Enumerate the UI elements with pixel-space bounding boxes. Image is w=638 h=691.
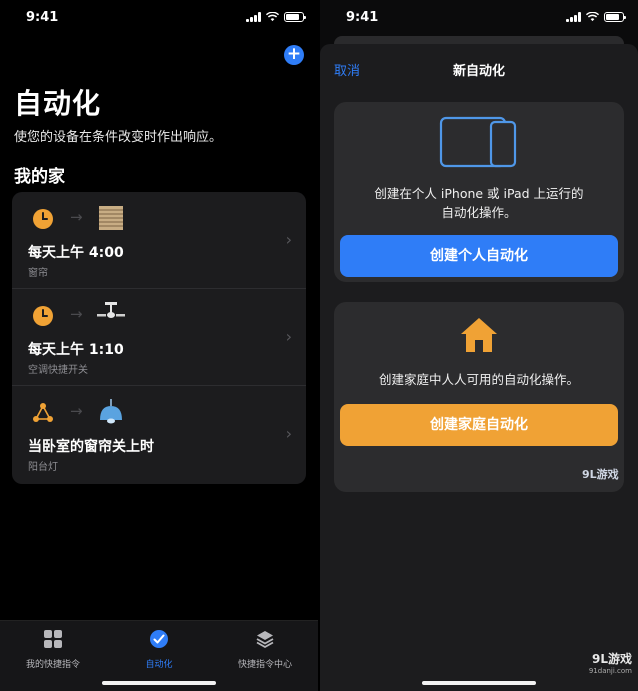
page-subtitle: 使您的设备在条件改变时作出响应。 xyxy=(14,130,223,145)
sheet-title: 新自动化 xyxy=(452,64,505,79)
ceiling-fan-icon xyxy=(97,302,125,318)
personal-description: 创建在个人 iPhone 或 iPad 上运行的 自动化操作。 xyxy=(344,184,614,222)
automation-item[interactable]: → 每天上午 1:10 空调快捷开关 › xyxy=(12,289,306,386)
new-automation-sheet: 取消 新自动化 创建在个人 iPhone 或 iPad 上运行的 自动化操作。 … xyxy=(320,44,638,691)
automation-item-label: 每天上午 4:00 xyxy=(28,245,124,261)
wifi-icon xyxy=(586,12,599,22)
automation-item-sublabel: 空调快捷开关 xyxy=(28,365,88,376)
personal-automation-card: 创建在个人 iPhone 或 iPad 上运行的 自动化操作。 创建个人自动化 xyxy=(334,102,624,282)
layers-icon xyxy=(256,631,274,649)
wifi-icon xyxy=(266,12,279,22)
arrow-right-icon: → xyxy=(70,402,83,420)
automation-item[interactable]: → 每天上午 4:00 窗帘 › xyxy=(12,192,306,289)
automation-item-sublabel: 窗帘 xyxy=(28,268,48,279)
chevron-right-icon: › xyxy=(285,230,292,249)
pendant-lamp-icon xyxy=(100,399,122,424)
tab-label: 快捷指令中心 xyxy=(237,660,292,670)
clock-icon xyxy=(33,306,53,326)
clock-icon xyxy=(33,209,53,229)
automation-screen: 9:41 + 自动化 使您的设备在条件改变时作出响应。 我的家 → 每天上午 4… xyxy=(0,0,318,691)
page-title: 自动化 xyxy=(14,87,102,120)
battery-icon xyxy=(604,12,626,22)
arrow-right-icon: → xyxy=(70,208,83,226)
home-indicator[interactable] xyxy=(102,681,216,685)
automation-item-sublabel: 阳台灯 xyxy=(28,462,58,473)
new-automation-screen: 9:41 取消 新自动化 创建在个人 iPhone 或 iPad 上运行的 自动… xyxy=(320,0,638,691)
home-indicator[interactable] xyxy=(422,681,536,685)
blinds-icon xyxy=(99,206,123,230)
arrow-right-icon: → xyxy=(70,305,83,323)
tab-automation[interactable]: 自动化 xyxy=(106,629,212,670)
tab-bar: 我的快捷指令 自动化 快捷指令中心 xyxy=(0,620,318,691)
watermark-corner: 9L游戏 91danji.com xyxy=(589,653,632,677)
watermark-logo: 9L游戏 xyxy=(582,468,619,481)
automation-item[interactable]: → 当卧室的窗帘关上时 阳台灯 › xyxy=(12,386,306,483)
chevron-right-icon: › xyxy=(285,424,292,443)
automation-item-label: 当卧室的窗帘关上时 xyxy=(28,439,154,455)
status-bar: 9:41 xyxy=(0,0,318,36)
status-bar: 9:41 xyxy=(320,0,638,36)
automation-item-label: 每天上午 1:10 xyxy=(28,342,124,358)
battery-icon xyxy=(284,12,306,22)
create-personal-automation-button[interactable]: 创建个人自动化 xyxy=(340,235,618,277)
grid-icon xyxy=(44,630,62,648)
chevron-right-icon: › xyxy=(285,327,292,346)
status-icons xyxy=(566,12,626,22)
tab-gallery[interactable]: 快捷指令中心 xyxy=(212,629,318,670)
tab-label: 自动化 xyxy=(145,660,173,670)
tab-my-shortcuts[interactable]: 我的快捷指令 xyxy=(0,629,106,670)
personal-description-line: 创建在个人 iPhone 或 iPad 上运行的 xyxy=(374,186,584,201)
section-title-home: 我的家 xyxy=(14,167,65,187)
watermark-corner-text: 9L游戏 xyxy=(592,652,632,666)
devices-icon xyxy=(439,116,517,168)
automation-list: → 每天上午 4:00 窗帘 › → 每天上午 1:10 空调快捷开关 › → … xyxy=(12,192,306,484)
status-time: 9:41 xyxy=(346,10,379,25)
automation-icon xyxy=(150,630,168,648)
status-time: 9:41 xyxy=(26,10,59,25)
home-icon xyxy=(461,318,497,352)
tab-label: 我的快捷指令 xyxy=(25,660,80,670)
watermark-corner-url: 91danji.com xyxy=(588,667,632,675)
accessory-trigger-icon xyxy=(33,403,53,422)
signal-icon xyxy=(566,12,581,22)
home-description: 创建家庭中人人可用的自动化操作。 xyxy=(378,372,579,387)
create-home-automation-button[interactable]: 创建家庭自动化 xyxy=(340,404,618,446)
signal-icon xyxy=(246,12,261,22)
add-automation-button[interactable]: + xyxy=(284,45,304,65)
home-automation-card: 创建家庭中人人可用的自动化操作。 创建家庭自动化 xyxy=(334,302,624,492)
status-icons xyxy=(246,12,306,22)
personal-description-line: 自动化操作。 xyxy=(441,205,517,220)
